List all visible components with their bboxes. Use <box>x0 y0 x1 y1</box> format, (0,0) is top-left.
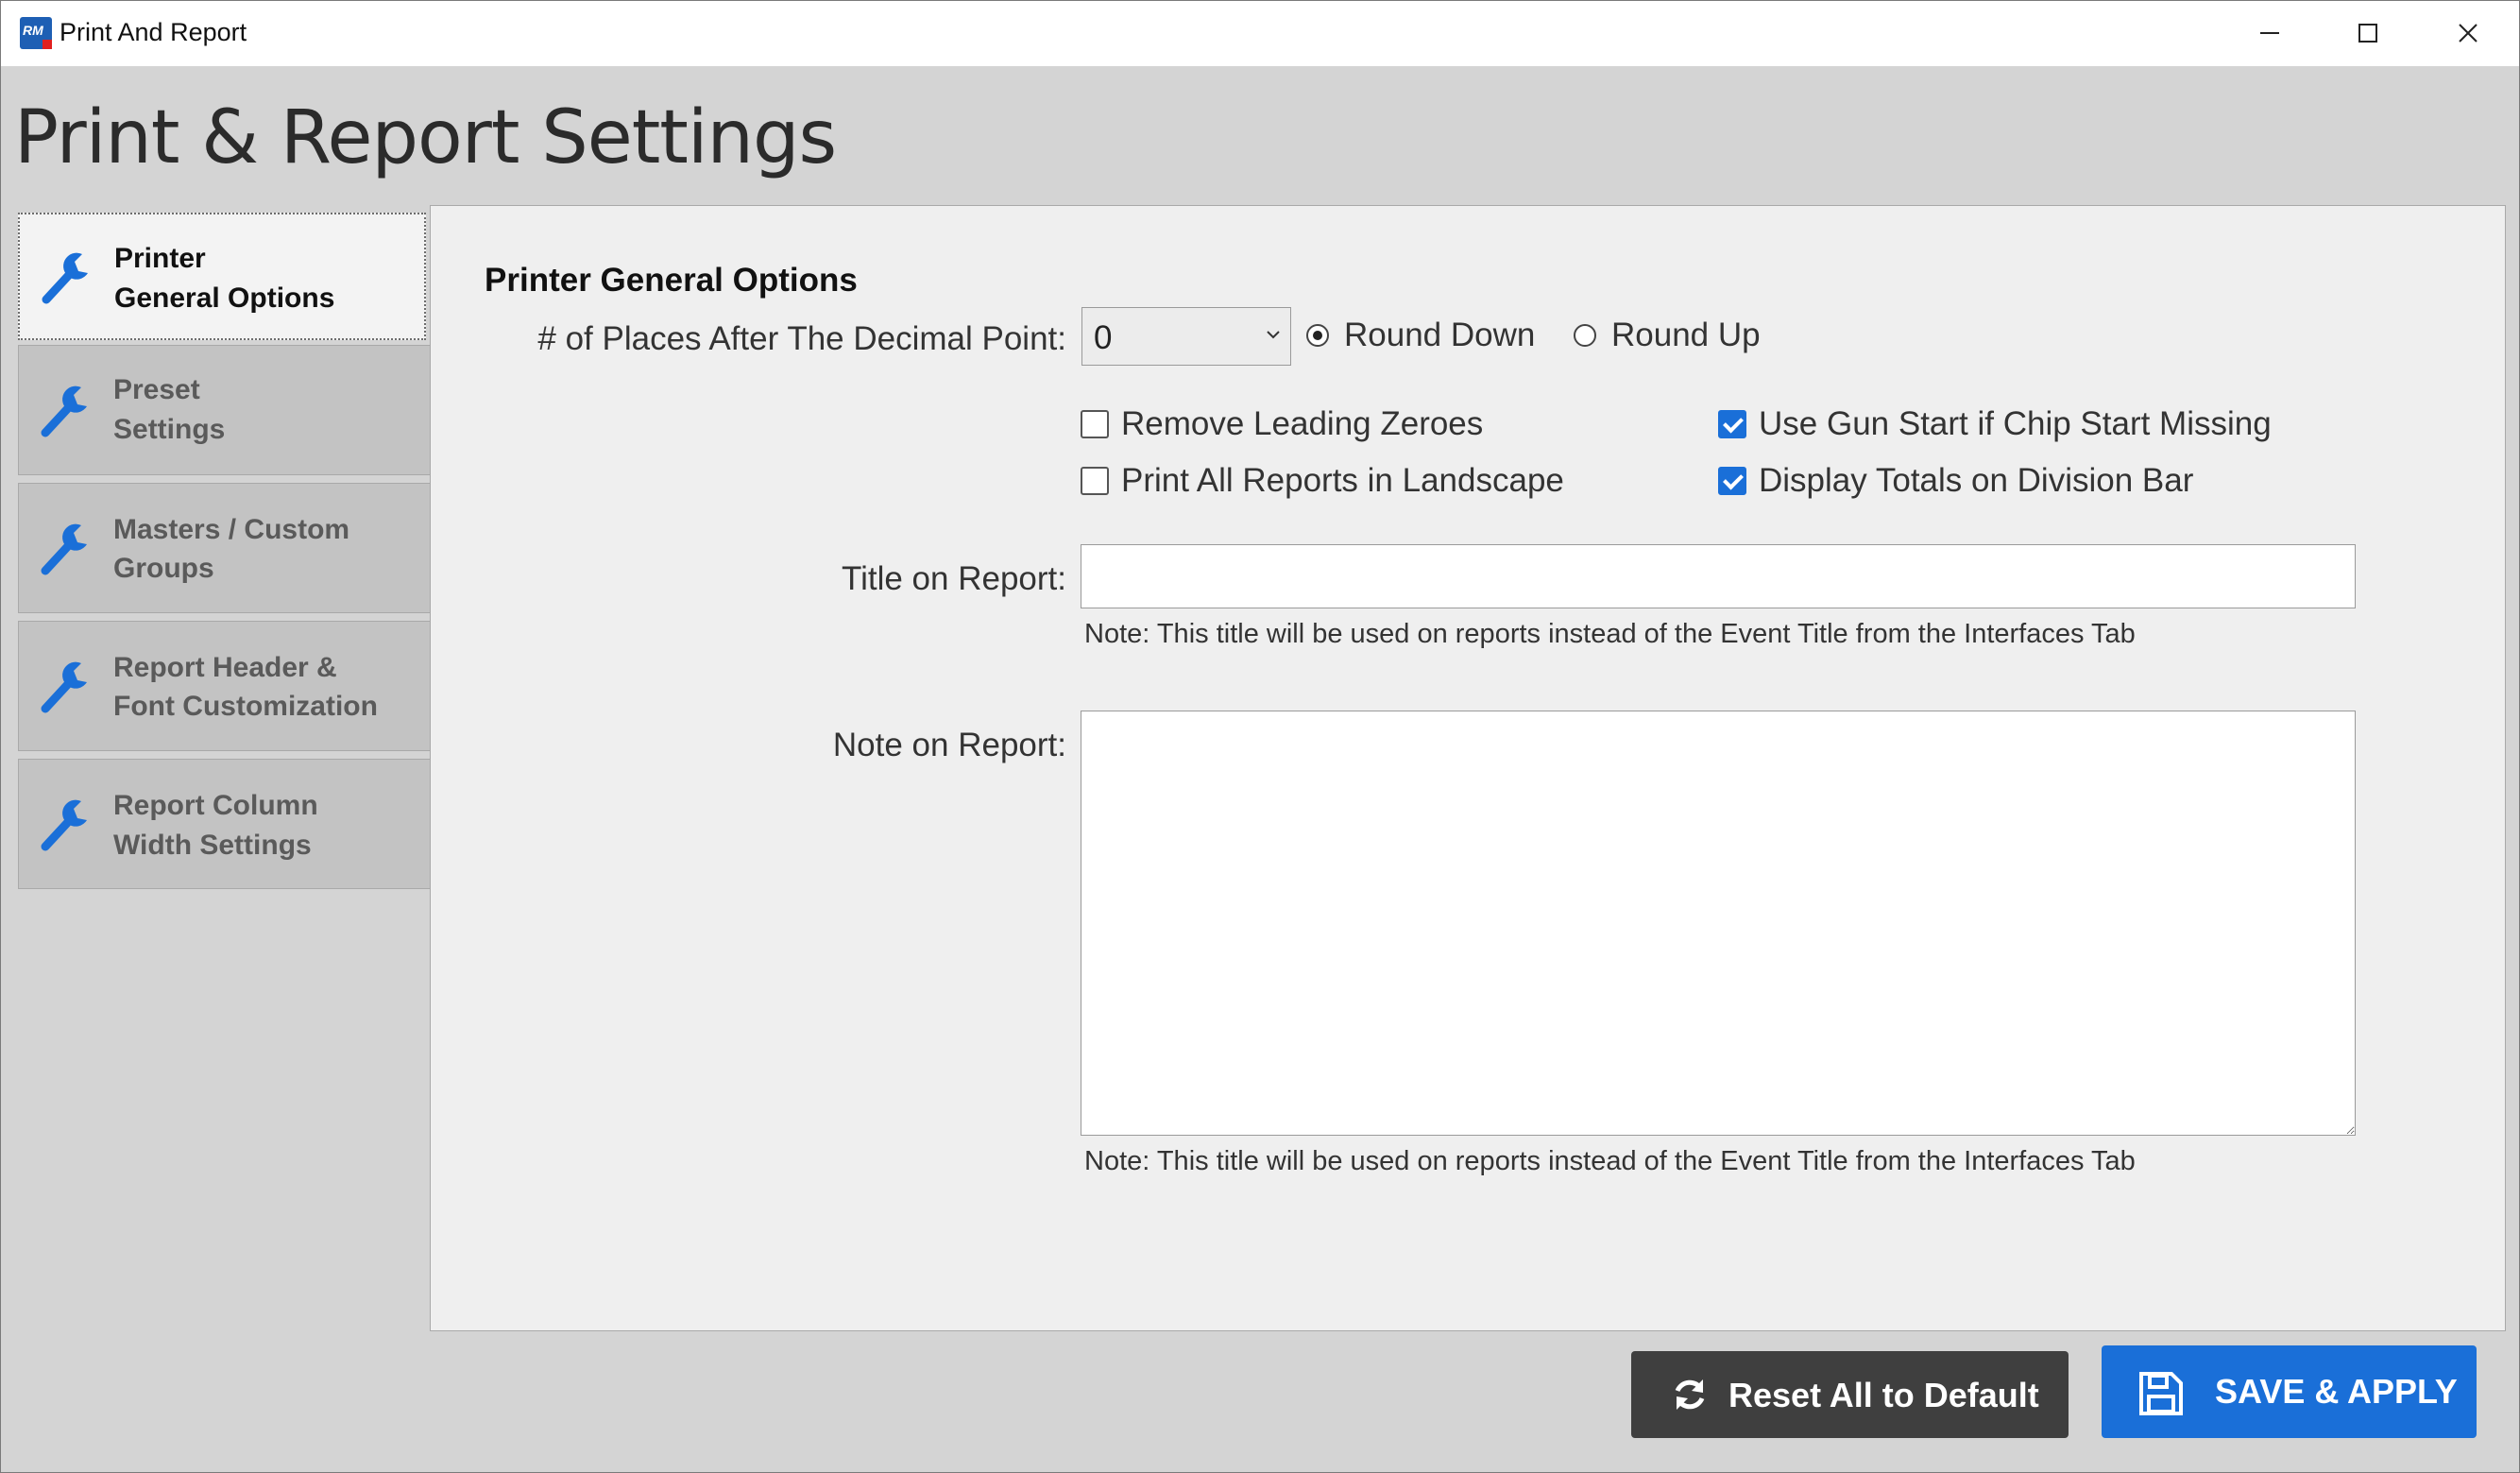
gun-start-checkbox[interactable] <box>1718 410 1746 438</box>
sidebar-item-label: Preset <box>113 374 200 405</box>
minimize-button[interactable] <box>2232 10 2307 56</box>
gun-start-label: Use Gun Start if Chip Start Missing <box>1759 405 2272 442</box>
decimal-places-value: 0 <box>1094 319 1113 356</box>
sidebar-item-report-column-width[interactable]: Report Column Width Settings <box>18 759 431 889</box>
note-on-report-label: Note on Report: <box>832 727 1066 763</box>
sidebar-item-preset-settings[interactable]: Preset Settings <box>18 345 431 475</box>
title-on-report-label: Title on Report: <box>842 560 1066 597</box>
window-title: Print And Report <box>60 18 247 46</box>
close-icon <box>2459 24 2477 43</box>
sidebar-item-report-header-font[interactable]: Report Header & Font Customization <box>18 621 431 751</box>
sidebar-item-label: Groups <box>113 553 214 584</box>
title-bar: RM Print And Report <box>1 1 2519 66</box>
note-on-report-textarea[interactable] <box>1081 711 2356 1136</box>
wrench-icon <box>42 252 88 304</box>
round-down-radio[interactable] <box>1306 324 1329 347</box>
sidebar-item-label: Report Column <box>113 790 318 821</box>
refresh-icon <box>1675 1379 1705 1410</box>
maximize-button[interactable] <box>2330 10 2406 56</box>
section-title: Printer General Options <box>485 262 858 299</box>
maximize-icon <box>2358 24 2377 43</box>
wrench-icon <box>41 661 87 713</box>
reset-all-label: Reset All to Default <box>1728 1376 2039 1414</box>
save-apply-label: SAVE & APPLY <box>2215 1372 2458 1411</box>
display-totals-checkbox[interactable] <box>1718 467 1746 495</box>
save-disk-icon <box>2139 1372 2183 1415</box>
sidebar-item-masters-custom-groups[interactable]: Masters / Custom Groups <box>18 483 431 613</box>
sidebar-item-label: Printer <box>114 243 206 274</box>
print-landscape-label: Print All Reports in Landscape <box>1121 462 1564 499</box>
sidebar-item-label: General Options <box>114 283 335 314</box>
remove-leading-zeroes-label: Remove Leading Zeroes <box>1121 405 1484 442</box>
wrench-icon <box>41 799 87 851</box>
sidebar-item-label: Settings <box>113 414 226 445</box>
chevron-down-icon <box>1267 331 1280 339</box>
wrench-icon <box>41 523 87 575</box>
display-totals-label: Display Totals on Division Bar <box>1759 462 2194 499</box>
title-note: Note: This title will be used on reports… <box>1084 619 2136 649</box>
app-window: RM Print And Report Print & Report Setti… <box>0 0 2520 1473</box>
remove-leading-zeroes-checkbox[interactable] <box>1081 410 1109 438</box>
app-logo-icon: RM <box>20 17 52 49</box>
wrench-icon <box>41 385 87 437</box>
reset-all-button[interactable]: Reset All to Default <box>1631 1351 2069 1438</box>
sidebar-item-printer-general-options[interactable]: Printer General Options <box>18 213 426 340</box>
sidebar-item-label: Font Customization <box>113 691 378 722</box>
note-note: Note: This title will be used on reports… <box>1084 1146 2136 1176</box>
round-up-radio[interactable] <box>1574 324 1596 347</box>
save-apply-button[interactable]: SAVE & APPLY <box>2102 1345 2477 1438</box>
minimize-icon <box>2260 32 2279 34</box>
print-landscape-checkbox[interactable] <box>1081 467 1109 495</box>
round-down-label: Round Down <box>1344 317 1536 353</box>
close-button[interactable] <box>2430 10 2506 56</box>
title-on-report-input[interactable] <box>1081 544 2356 608</box>
sidebar-item-label: Report Header & <box>113 652 337 683</box>
sidebar-item-label: Masters / Custom <box>113 514 350 545</box>
decimal-places-label: # of Places After The Decimal Point: <box>537 320 1066 357</box>
round-up-label: Round Up <box>1611 317 1761 353</box>
sidebar-item-label: Width Settings <box>113 830 312 861</box>
decimal-places-select[interactable]: 0 <box>1081 307 1291 366</box>
page-title: Print & Report Settings <box>14 95 837 180</box>
